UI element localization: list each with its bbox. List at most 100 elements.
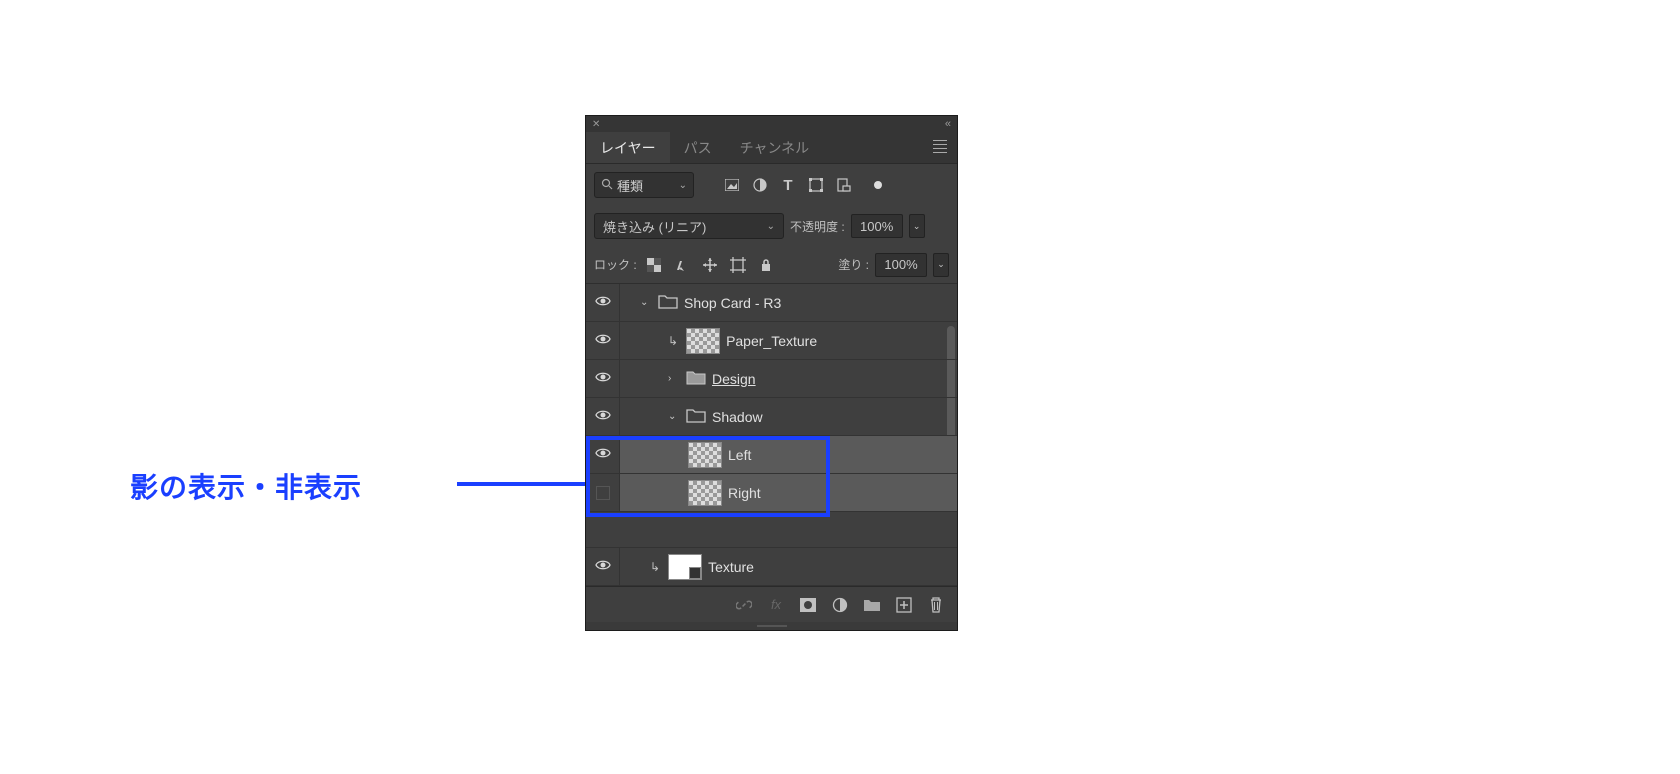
new-group-icon[interactable] [863, 596, 881, 614]
opacity-chevron[interactable]: ⌄ [909, 214, 925, 238]
layer-thumbnail[interactable] [688, 480, 722, 506]
visibility-toggle[interactable] [586, 436, 620, 473]
search-icon [601, 178, 613, 193]
layer-thumbnail[interactable] [686, 328, 720, 354]
layer-row-content: › Design [620, 360, 957, 397]
folder-icon [686, 369, 706, 388]
folder-icon [658, 293, 678, 312]
close-icon[interactable]: ✕ [592, 119, 600, 130]
annotation-connector-line [457, 482, 585, 486]
clip-mask-icon: ↳ [650, 560, 660, 574]
layer-thumbnail-smart[interactable] [668, 554, 702, 580]
panel-resize-grip[interactable] [586, 622, 957, 630]
lock-all-icon[interactable] [757, 256, 775, 274]
layers-list: ⌄ Shop Card - R3 ↳ Paper_Texture [586, 284, 957, 586]
tab-paths[interactable]: パス [670, 132, 726, 163]
eye-icon [595, 407, 611, 426]
blend-row: 焼き込み (リニア) ⌄ 不透明度 : 100% ⌄ [586, 206, 957, 246]
lock-row: ロック : 塗り : 100% ⌄ [586, 246, 957, 284]
opacity-label: 不透明度 : [790, 218, 845, 235]
delete-layer-icon[interactable] [927, 596, 945, 614]
panel-menu-icon[interactable] [933, 137, 957, 159]
filter-type-label: 種類 [617, 176, 643, 195]
chevron-down-icon: ⌄ [767, 221, 775, 232]
eye-icon [595, 331, 611, 350]
panel-tabs: レイヤー パス チャンネル [586, 132, 957, 164]
layer-name: Design [712, 371, 756, 387]
layer-row[interactable]: ↳ Texture [586, 548, 957, 586]
lock-transparency-icon[interactable] [645, 256, 663, 274]
visibility-toggle[interactable] [586, 398, 620, 435]
fill-input[interactable]: 100% [875, 253, 927, 277]
visibility-toggle[interactable] [586, 548, 620, 585]
layer-name: Right [728, 485, 761, 501]
fill-group: 塗り : 100% ⌄ [838, 253, 949, 277]
filter-toggle-icon[interactable] [870, 177, 886, 193]
eye-icon [595, 445, 611, 464]
layer-row-selected[interactable]: Left [586, 436, 957, 474]
filter-type-select[interactable]: 種類 ⌄ [594, 172, 694, 198]
eye-icon [595, 293, 611, 312]
layer-name: Left [728, 447, 751, 463]
eye-icon [595, 557, 611, 576]
spacer-row [586, 512, 957, 548]
lock-position-icon[interactable] [701, 256, 719, 274]
filter-smart-icon[interactable] [836, 177, 852, 193]
eye-icon [595, 369, 611, 388]
lock-icon-group [645, 256, 775, 274]
layer-filter-row: 種類 ⌄ T [586, 164, 957, 206]
tab-channels[interactable]: チャンネル [726, 132, 824, 163]
visibility-toggle[interactable] [586, 474, 620, 511]
visibility-toggle[interactable] [586, 322, 620, 359]
filter-icon-group: T [724, 177, 886, 193]
filter-shape-icon[interactable] [808, 177, 824, 193]
panel-footer: fx [586, 586, 957, 622]
visibility-toggle[interactable] [586, 360, 620, 397]
opacity-input[interactable]: 100% [851, 214, 903, 238]
filter-pixel-icon[interactable] [724, 177, 740, 193]
layer-row-content: ⌄ Shop Card - R3 [620, 284, 957, 321]
clip-mask-icon: ↳ [668, 334, 678, 348]
layer-row-content: ⌄ Shadow [620, 398, 957, 435]
layer-row-group[interactable]: ⌄ Shop Card - R3 [586, 284, 957, 322]
disclosure-open-icon[interactable]: ⌄ [640, 297, 652, 308]
layer-row-group[interactable]: ⌄ Shadow [586, 398, 957, 436]
layers-panel: ✕ « レイヤー パス チャンネル 種類 ⌄ T [585, 115, 958, 631]
filter-type-icon[interactable]: T [780, 177, 796, 193]
folder-icon [686, 407, 706, 426]
layer-row-content: ↳ Paper_Texture [620, 322, 957, 359]
disclosure-closed-icon[interactable]: › [668, 373, 680, 384]
adjustment-layer-icon[interactable] [831, 596, 849, 614]
layer-row-content: Right [620, 474, 957, 511]
layer-row-group[interactable]: › Design [586, 360, 957, 398]
filter-adjustment-icon[interactable] [752, 177, 768, 193]
blend-mode-select[interactable]: 焼き込み (リニア) ⌄ [594, 213, 784, 239]
layer-row[interactable]: ↳ Paper_Texture [586, 322, 957, 360]
collapse-panel-icon[interactable]: « [945, 118, 951, 130]
layer-name: Texture [708, 559, 754, 575]
layer-row-selected[interactable]: Right [586, 474, 957, 512]
blend-mode-value: 焼き込み (リニア) [603, 217, 706, 236]
lock-artboard-icon[interactable] [729, 256, 747, 274]
layer-mask-icon[interactable] [799, 596, 817, 614]
layer-effects-icon[interactable]: fx [767, 596, 785, 614]
layer-name: Shadow [712, 409, 763, 425]
disclosure-open-icon[interactable]: ⌄ [668, 411, 680, 422]
annotation-label: 影の表示・非表示 [130, 466, 362, 506]
visibility-toggle[interactable] [586, 284, 620, 321]
lock-pixels-icon[interactable] [673, 256, 691, 274]
hidden-layer-icon [596, 486, 610, 500]
layer-name: Shop Card - R3 [684, 295, 781, 311]
layer-thumbnail[interactable] [688, 442, 722, 468]
new-layer-icon[interactable] [895, 596, 913, 614]
layer-row-content: ↳ Texture [620, 548, 957, 585]
panel-titlebar: ✕ « [586, 116, 957, 132]
layer-row-content: Left [620, 436, 957, 473]
tab-layers[interactable]: レイヤー [586, 132, 670, 163]
fill-chevron[interactable]: ⌄ [933, 253, 949, 277]
layer-name: Paper_Texture [726, 333, 817, 349]
lock-label: ロック : [594, 256, 637, 273]
fill-label: 塗り : [838, 256, 869, 273]
chevron-down-icon: ⌄ [679, 180, 687, 191]
link-layers-icon[interactable] [735, 596, 753, 614]
